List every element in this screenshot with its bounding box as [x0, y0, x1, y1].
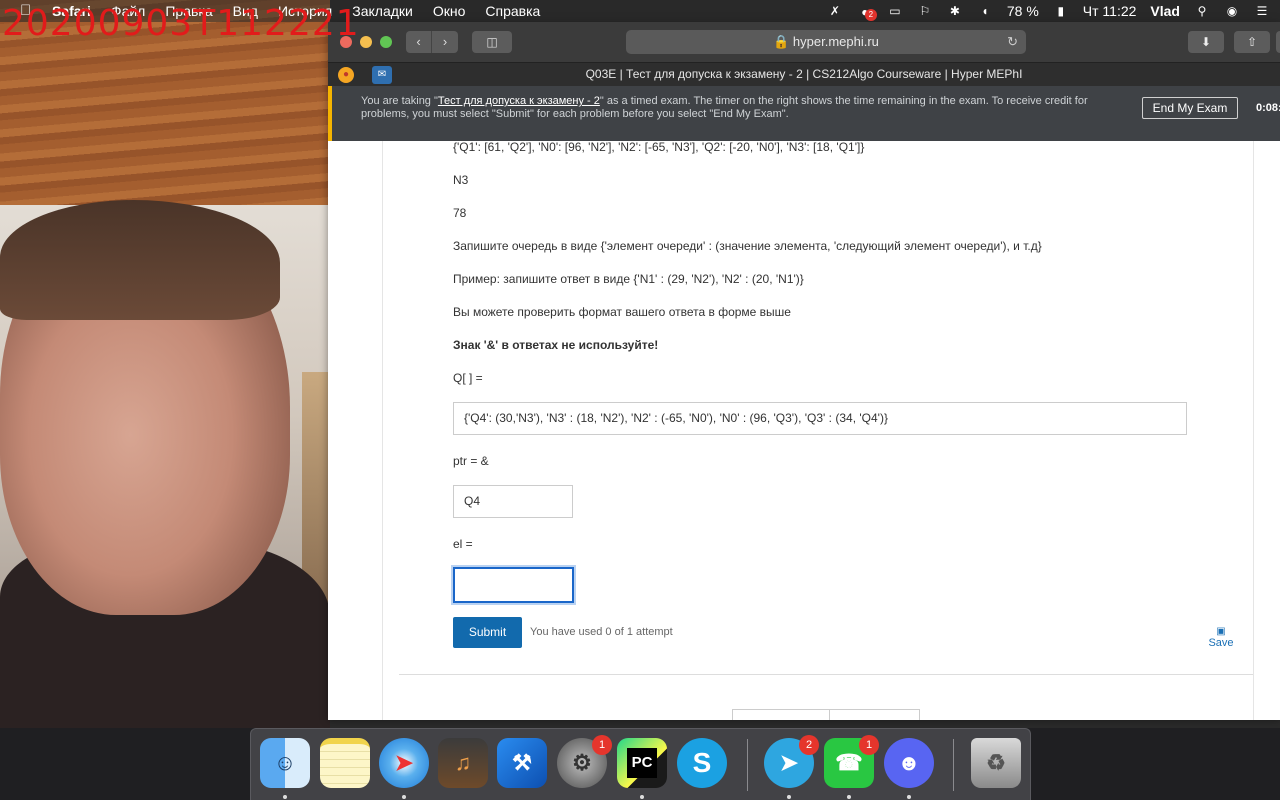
address-bar[interactable]: 🔒 hyper.mephi.ru ↻: [626, 30, 1026, 54]
ptr-label: ptr = &: [453, 454, 489, 468]
notes-icon[interactable]: [320, 738, 370, 788]
example-text: Пример: запишите ответ в виде {'N1' : (2…: [453, 272, 804, 286]
telegram-icon[interactable]: ➤ 2: [764, 735, 819, 788]
sequence-nav[interactable]: [732, 709, 920, 720]
q-answer-input[interactable]: {'Q4': (30,'N3'), 'N3' : (18, 'N2'), 'N2…: [453, 402, 1187, 435]
notification-center-icon[interactable]: ☰: [1254, 4, 1270, 18]
finder-running-dot: [283, 795, 287, 799]
pycharm-running-dot: [640, 795, 644, 799]
wifi-icon[interactable]: ◖: [977, 4, 993, 18]
menu-bookmarks[interactable]: Закладки: [352, 3, 413, 19]
facetime-icon[interactable]: ☎ 1: [824, 735, 879, 788]
el-value: 78: [453, 206, 467, 220]
clock[interactable]: Чт 11:22: [1083, 3, 1137, 19]
back-icon[interactable]: ‹: [406, 31, 432, 53]
instruction-text: Запишите очередь в виде {'элемент очеред…: [453, 239, 1042, 253]
facetime-badge: 1: [859, 735, 879, 755]
dock-separator-trash: [953, 739, 954, 791]
status-area: ✗ ● 2 ▭ ⚐ ✱ ◖ 78 % ▮ Чт 11:22 Vlad ⚲ ◉ ☰: [827, 3, 1270, 21]
mic-off-icon[interactable]: ✗: [827, 4, 843, 18]
exam-name-link[interactable]: Тест для допуска к экзамену - 2: [438, 95, 600, 107]
battery-icon[interactable]: ▮: [1053, 4, 1069, 18]
xcode-icon[interactable]: ⚒: [497, 738, 547, 788]
discord-running-dot: [907, 795, 911, 799]
siri-icon[interactable]: ◉: [1224, 4, 1240, 18]
webcam-feed: [0, 0, 330, 728]
format-hint: Вы можете проверить формат вашего ответа…: [453, 305, 791, 319]
ptr-value: N3: [453, 173, 469, 187]
title-bar: ‹ › ◫ 🔒 hyper.mephi.ru ↻ ⬇ ⇧: [328, 22, 1280, 62]
tabs-overview-icon[interactable]: [1276, 31, 1280, 53]
menu-window[interactable]: Окно: [433, 3, 466, 19]
flag-us-icon[interactable]: ⚐: [917, 4, 933, 18]
shelf: [302, 372, 330, 602]
menu-help[interactable]: Справка: [485, 3, 540, 19]
el-answer-input[interactable]: [453, 567, 574, 603]
queue-dictionary: {'Q1': [61, 'Q2'], 'N0': [96, 'N2'], 'N2…: [453, 140, 865, 154]
problem-panel: {'Q1': [61, 'Q2'], 'N0': [96, 'N2'], 'N2…: [382, 140, 1254, 720]
save-label: Save: [1208, 637, 1234, 649]
warning-text: Знак '&' в ответах не используйте!: [453, 338, 659, 352]
pycharm-icon[interactable]: PC: [617, 738, 667, 788]
exam-message: You are taking "Тест для допуска к экзам…: [361, 95, 1091, 121]
person-hair: [0, 200, 280, 320]
user-name[interactable]: Vlad: [1150, 3, 1180, 19]
attempts-text: You have used 0 of 1 attempt: [530, 626, 673, 638]
exam-timer: 0:08:: [1256, 102, 1280, 114]
page-content: {'Q1': [61, 'Q2'], 'N0': [96, 'N2'], 'N2…: [328, 140, 1280, 720]
system-preferences-icon[interactable]: ⚙ 1: [557, 735, 612, 788]
tab-bar: ● ✉ Q03E | Тест для допуска к экзамену -…: [328, 62, 1280, 86]
share-icon[interactable]: ⇧: [1234, 31, 1270, 53]
recording-timestamp: 20200903T112221: [2, 3, 360, 44]
forward-icon[interactable]: ›: [432, 31, 458, 53]
battery-percent[interactable]: 78 %: [1007, 3, 1039, 19]
section-divider: [399, 674, 1253, 675]
submit-button[interactable]: Submit: [453, 617, 522, 648]
telegram-running-dot: [787, 795, 791, 799]
search-icon[interactable]: ⚲: [1194, 4, 1210, 18]
ptr-answer-input[interactable]: Q4: [453, 485, 573, 518]
dock-separator: [747, 739, 748, 791]
safari-icon[interactable]: ➤: [379, 738, 429, 788]
timed-exam-banner: You are taking "Тест для допуска к экзам…: [328, 86, 1280, 141]
floppy-disk-icon: ▣: [1216, 626, 1226, 637]
maximize-window-button[interactable]: [380, 36, 392, 48]
safari-window: ‹ › ◫ 🔒 hyper.mephi.ru ↻ ⬇ ⇧ ● ✉ Q03E | …: [328, 22, 1280, 720]
discord-icon[interactable]: ☻: [884, 738, 934, 788]
q-label: Q[ ] =: [453, 371, 483, 385]
reload-icon[interactable]: ↻: [1007, 30, 1018, 54]
bluetooth-icon[interactable]: ✱: [947, 4, 963, 18]
skype-icon[interactable]: S: [677, 738, 727, 788]
trash-icon[interactable]: ♻: [971, 738, 1021, 788]
safari-running-dot: [402, 795, 406, 799]
sidebar-toggle-icon[interactable]: ◫: [472, 31, 512, 53]
url-text: hyper.mephi.ru: [792, 34, 879, 49]
lock-icon: 🔒: [773, 34, 790, 49]
active-tab-title[interactable]: Q03E | Тест для допуска к экзамену - 2 |…: [328, 67, 1280, 81]
notification-app-icon[interactable]: ● 2: [857, 3, 877, 21]
minimize-window-button[interactable]: [360, 36, 372, 48]
end-exam-button[interactable]: End My Exam: [1142, 97, 1238, 119]
finder-icon[interactable]: ☺: [260, 738, 310, 788]
garageband-icon[interactable]: ♫: [438, 738, 488, 788]
exam-message-before: You are taking ": [361, 95, 438, 107]
notification-badge: 2: [864, 9, 877, 21]
facetime-running-dot: [847, 795, 851, 799]
save-button[interactable]: ▣ Save: [1201, 626, 1241, 650]
el-label: el =: [453, 537, 473, 551]
nav-buttons: ‹ ›: [406, 31, 458, 53]
telegram-badge: 2: [799, 735, 819, 755]
dock: ☺ ➤ ♫ ⚒ ⚙ 1 PC S ➤ 2 ☎ 1 ☻ ♻: [250, 728, 1031, 800]
system-preferences-badge: 1: [592, 735, 612, 755]
screen-icon[interactable]: ▭: [887, 4, 903, 18]
downloads-icon[interactable]: ⬇: [1188, 31, 1224, 53]
